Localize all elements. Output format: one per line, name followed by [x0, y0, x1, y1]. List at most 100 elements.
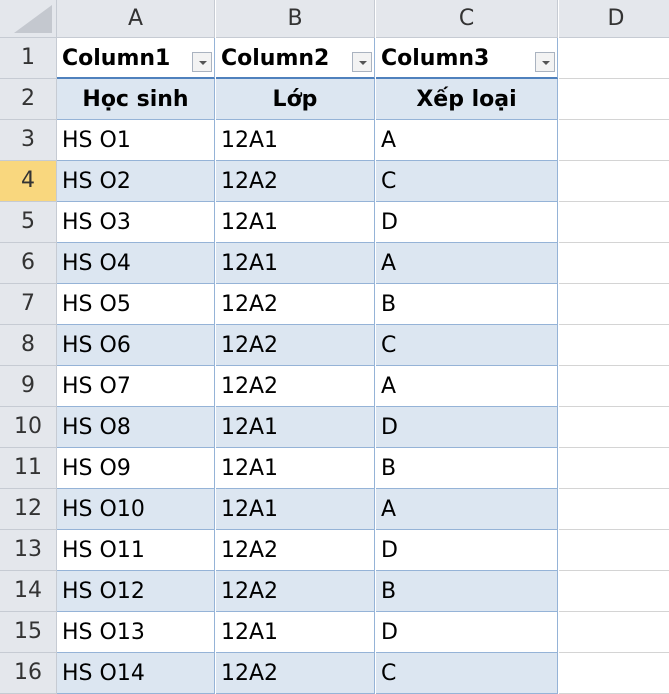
table-cell[interactable]: D	[376, 202, 558, 243]
table-cell[interactable]: HS O3	[57, 202, 215, 243]
table-cell[interactable]: HS O14	[57, 653, 215, 694]
cell-text: HS O11	[62, 538, 145, 563]
table-cell[interactable]: A	[376, 489, 558, 530]
table-header-cell[interactable]: Column3	[376, 38, 558, 79]
cell-d12[interactable]	[559, 489, 669, 530]
select-all-triangle-icon	[14, 5, 52, 33]
cell-d6[interactable]	[559, 243, 669, 284]
table-header-cell[interactable]: Column2	[216, 38, 375, 79]
cell-d11[interactable]	[559, 448, 669, 489]
table-cell[interactable]: A	[376, 243, 558, 284]
row-header-12[interactable]: 12	[0, 489, 57, 530]
select-all-button[interactable]	[0, 0, 57, 38]
table-cell[interactable]: HS O2	[57, 161, 215, 202]
table-cell[interactable]: HS O1	[57, 120, 215, 161]
cell-d15[interactable]	[559, 612, 669, 653]
column-header-c[interactable]: C	[376, 0, 558, 38]
table-cell[interactable]: HS O10	[57, 489, 215, 530]
cell-d5[interactable]	[559, 202, 669, 243]
cell-d10[interactable]	[559, 407, 669, 448]
cell-text: HS O6	[62, 333, 131, 358]
cell-d7[interactable]	[559, 284, 669, 325]
table-cell[interactable]: B	[376, 448, 558, 489]
table-cell[interactable]: HS O6	[57, 325, 215, 366]
row-header-9[interactable]: 9	[0, 366, 57, 407]
column-header-d[interactable]: D	[559, 0, 669, 38]
filter-dropdown-button[interactable]	[535, 52, 555, 72]
table-cell[interactable]: HS O5	[57, 284, 215, 325]
row-header-13[interactable]: 13	[0, 530, 57, 571]
table-cell[interactable]: 12A1	[216, 448, 375, 489]
row-header-10[interactable]: 10	[0, 407, 57, 448]
table-cell[interactable]: 12A2	[216, 530, 375, 571]
table-cell[interactable]: 12A2	[216, 653, 375, 694]
table-cell[interactable]: C	[376, 325, 558, 366]
table-cell[interactable]: HS O11	[57, 530, 215, 571]
subheader-cell[interactable]: Học sinh	[57, 79, 215, 120]
table-cell[interactable]: 12A1	[216, 489, 375, 530]
table-cell[interactable]: 12A2	[216, 325, 375, 366]
table-cell[interactable]: A	[376, 120, 558, 161]
table-cell[interactable]: HS O13	[57, 612, 215, 653]
row-header-5[interactable]: 5	[0, 202, 57, 243]
cell-d2[interactable]	[559, 79, 669, 120]
cell-text: Column1	[62, 46, 171, 71]
table-cell[interactable]: D	[376, 407, 558, 448]
cell-d1[interactable]	[559, 38, 669, 79]
row-header-14[interactable]: 14	[0, 571, 57, 612]
table-cell[interactable]: 12A1	[216, 612, 375, 653]
filter-dropdown-button[interactable]	[352, 52, 372, 72]
row-header-11[interactable]: 11	[0, 448, 57, 489]
row-header-8[interactable]: 8	[0, 325, 57, 366]
cell-text: D	[381, 415, 398, 440]
row-header-16[interactable]: 16	[0, 653, 57, 694]
filter-dropdown-button[interactable]	[192, 52, 212, 72]
table-cell[interactable]: 12A2	[216, 161, 375, 202]
table-cell[interactable]: D	[376, 612, 558, 653]
row-header-2[interactable]: 2	[0, 79, 57, 120]
table-cell[interactable]: C	[376, 161, 558, 202]
cell-text: Học sinh	[82, 87, 189, 112]
cell-text: HS O13	[62, 620, 145, 645]
row-header-6[interactable]: 6	[0, 243, 57, 284]
row-header-7[interactable]: 7	[0, 284, 57, 325]
cell-d13[interactable]	[559, 530, 669, 571]
table-cell[interactable]: 12A1	[216, 243, 375, 284]
cell-text: C	[381, 169, 397, 194]
table-cell[interactable]: HS O9	[57, 448, 215, 489]
cell-d14[interactable]	[559, 571, 669, 612]
table-cell[interactable]: HS O4	[57, 243, 215, 284]
cell-text: HS O7	[62, 374, 131, 399]
table-cell[interactable]: D	[376, 530, 558, 571]
table-cell[interactable]: B	[376, 284, 558, 325]
table-cell[interactable]: HS O7	[57, 366, 215, 407]
subheader-cell[interactable]: Xếp loại	[376, 79, 558, 120]
table-cell[interactable]: HS O12	[57, 571, 215, 612]
table-cell[interactable]: 12A1	[216, 407, 375, 448]
row-header-1[interactable]: 1	[0, 38, 57, 79]
table-cell[interactable]: A	[376, 366, 558, 407]
subheader-cell[interactable]: Lớp	[216, 79, 375, 120]
cell-d8[interactable]	[559, 325, 669, 366]
cell-d9[interactable]	[559, 366, 669, 407]
table-cell[interactable]: 12A2	[216, 571, 375, 612]
table-cell[interactable]: HS O8	[57, 407, 215, 448]
cell-d3[interactable]	[559, 120, 669, 161]
table-cell[interactable]: 12A1	[216, 202, 375, 243]
row-header-3[interactable]: 3	[0, 120, 57, 161]
table-cell[interactable]: C	[376, 653, 558, 694]
cell-text: 12A2	[221, 169, 279, 194]
table-cell[interactable]: 12A1	[216, 120, 375, 161]
table-header-cell[interactable]: Column1	[57, 38, 215, 79]
table-cell[interactable]: 12A2	[216, 366, 375, 407]
cell-d4[interactable]	[559, 161, 669, 202]
table-cell[interactable]: B	[376, 571, 558, 612]
table-cell[interactable]: 12A2	[216, 284, 375, 325]
column-header-b[interactable]: B	[216, 0, 375, 38]
row-header-4[interactable]: 4	[0, 161, 57, 202]
row-header-15[interactable]: 15	[0, 612, 57, 653]
cell-text: 12A2	[221, 292, 279, 317]
cell-d16[interactable]	[559, 653, 669, 694]
cell-text: HS O9	[62, 456, 131, 481]
column-header-a[interactable]: A	[57, 0, 215, 38]
